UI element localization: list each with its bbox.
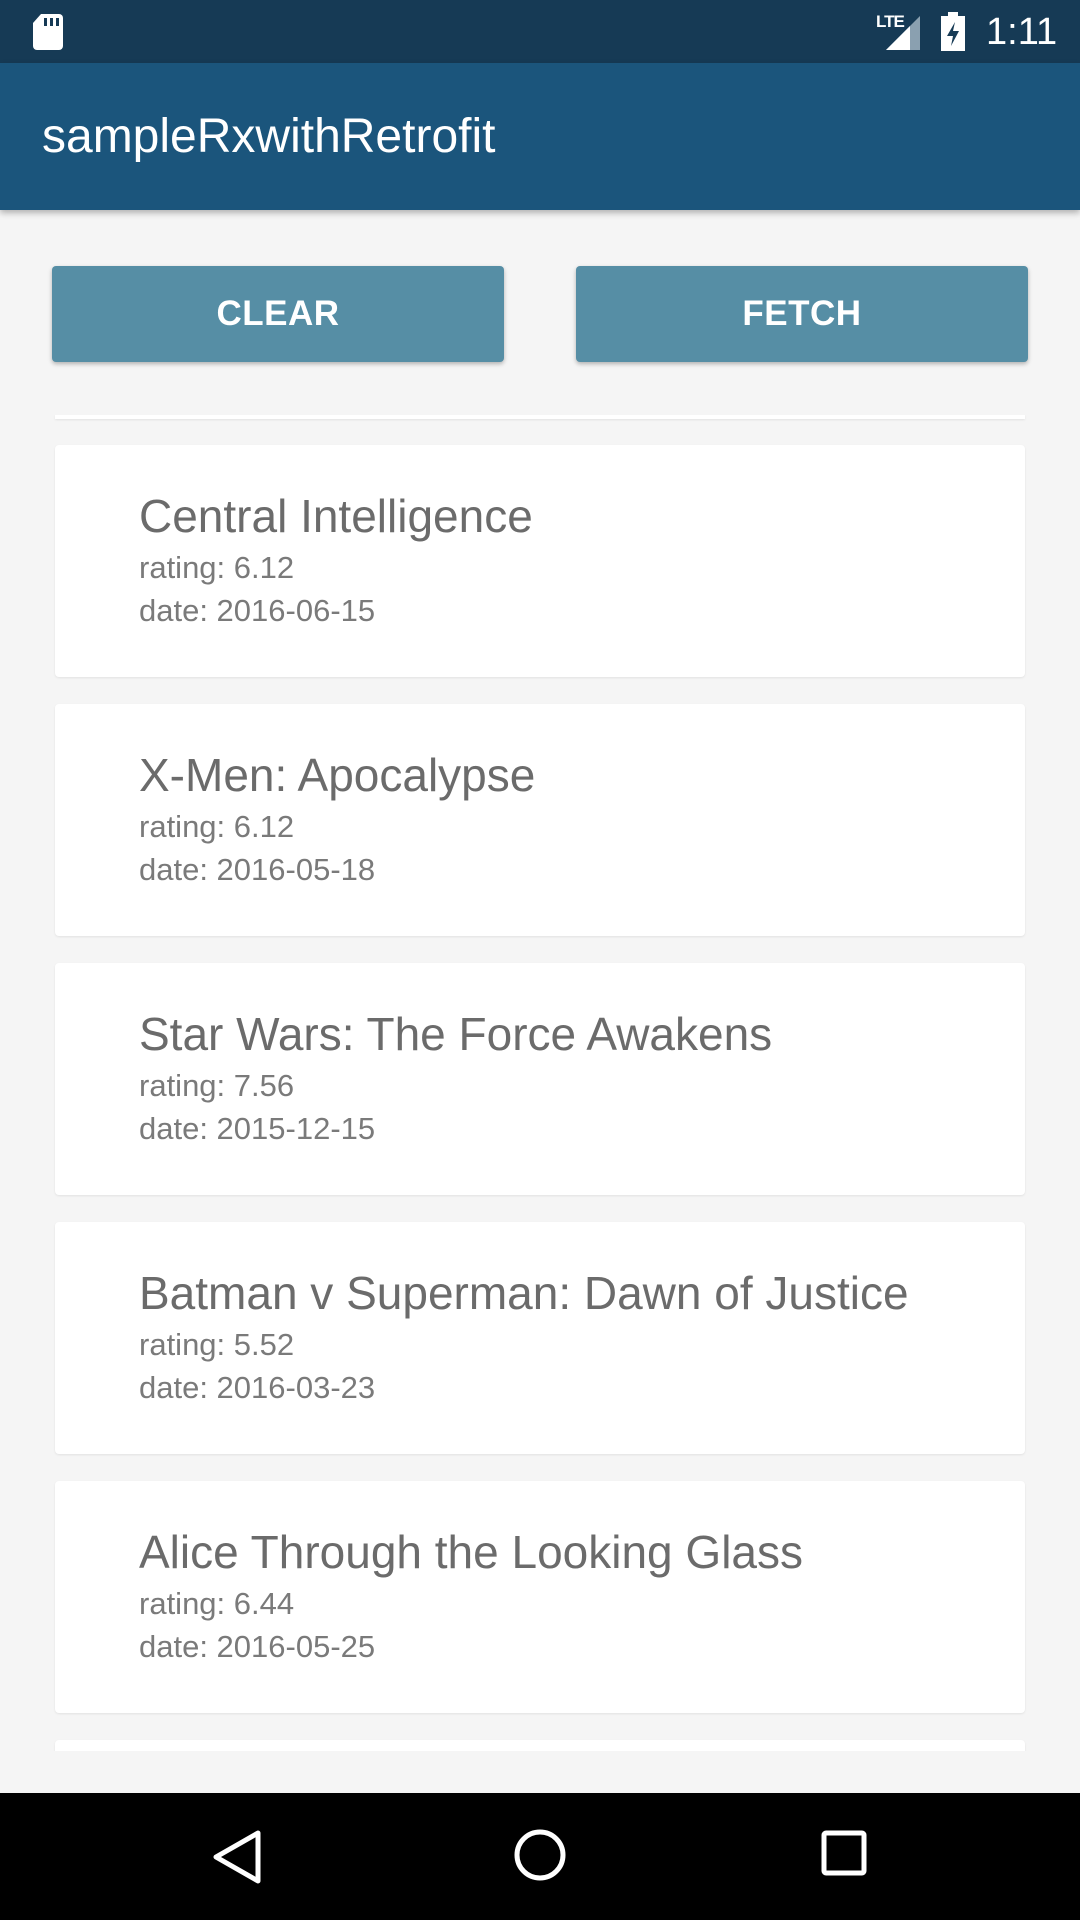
movie-title: X-Men: Apocalypse	[139, 749, 536, 801]
list-item[interactable]: Star Wars: The Force Awakens rating: 7.5…	[55, 963, 1025, 1195]
movie-date: date: 2016-06-15	[139, 593, 376, 628]
movie-date: date: 2015-12-15	[139, 1111, 376, 1146]
signal-icon	[886, 16, 920, 50]
battery-charging-icon	[941, 12, 965, 51]
movie-rating: rating: 7.56	[139, 1068, 295, 1103]
movie-date: date: 2016-05-18	[139, 852, 376, 887]
movie-title: Central Intelligence	[139, 490, 533, 542]
movie-rating: rating: 5.52	[139, 1327, 295, 1362]
list-item[interactable]: X-Men: Apocalypse rating: 6.12 date: 201…	[55, 704, 1025, 936]
list-item-partial[interactable]	[55, 1740, 1025, 1751]
clock: 1:11	[986, 11, 1058, 53]
sd-card-icon	[33, 14, 63, 50]
clear-button[interactable]: CLEAR	[52, 266, 504, 362]
list-item[interactable]: Alice Through the Looking Glass rating: …	[55, 1481, 1025, 1713]
home-icon[interactable]	[512, 1827, 568, 1883]
movie-date: date: 2016-05-25	[139, 1629, 376, 1664]
movie-list[interactable]: Central Intelligence rating: 6.12 date: …	[0, 415, 1080, 1751]
fetch-button[interactable]: FETCH	[576, 266, 1028, 362]
movie-rating: rating: 6.44	[139, 1586, 295, 1621]
movie-title: Alice Through the Looking Glass	[139, 1526, 803, 1578]
recents-icon[interactable]	[820, 1829, 868, 1877]
back-icon[interactable]	[210, 1829, 262, 1885]
navigation-bar	[0, 1793, 1080, 1920]
movie-title: Batman v Superman: Dawn of Justice	[139, 1267, 909, 1319]
app-bar: sampleRxwithRetrofit	[0, 63, 1080, 210]
app-title: sampleRxwithRetrofit	[42, 110, 496, 163]
list-item[interactable]: Central Intelligence rating: 6.12 date: …	[55, 445, 1025, 677]
movie-rating: rating: 6.12	[139, 809, 295, 844]
movie-rating: rating: 6.12	[139, 550, 295, 585]
movie-title: Star Wars: The Force Awakens	[139, 1008, 773, 1060]
status-bar: LTE 1:11	[0, 0, 1080, 63]
movie-date: date: 2016-03-23	[139, 1370, 376, 1405]
list-item-partial	[55, 415, 1025, 419]
list-item[interactable]: Batman v Superman: Dawn of Justice ratin…	[55, 1222, 1025, 1454]
